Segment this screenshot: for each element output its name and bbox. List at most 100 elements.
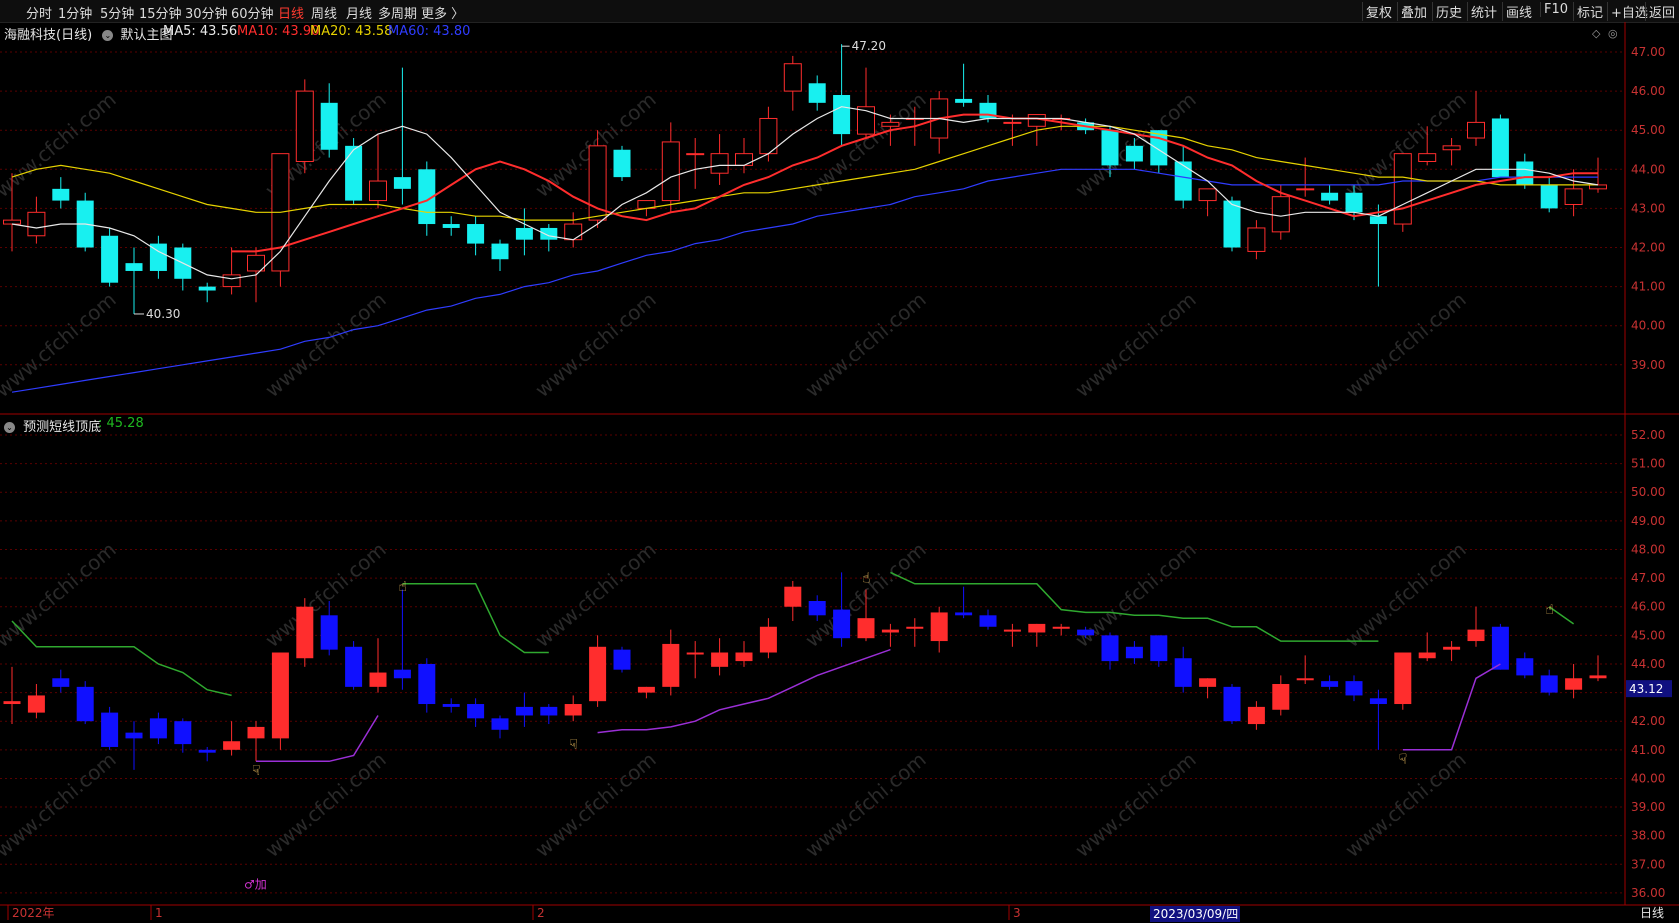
indicator-candle-body	[271, 652, 289, 739]
period-tab-7[interactable]: 周线	[311, 3, 337, 22]
period-tab-6[interactable]: 日线	[278, 3, 304, 22]
indicator-tick-label: 39.00	[1631, 800, 1665, 814]
indicator-candle-body	[662, 643, 680, 687]
watermark: www.cfchi.com	[530, 287, 660, 402]
toolbar-button-3[interactable]: 统计	[1467, 2, 1500, 21]
indicator-tick-label: 43.00	[1631, 686, 1665, 700]
candle-body	[1198, 188, 1217, 202]
toolbar-button-2[interactable]: 历史	[1432, 2, 1465, 21]
indicator-tick-label: 50.00	[1631, 485, 1665, 499]
watermark: www.cfchi.com	[1340, 87, 1470, 202]
sell-hand-icon: ☝	[1545, 602, 1554, 618]
indicator-candle-body	[1125, 646, 1143, 659]
toolbar-button-4[interactable]: 画线	[1502, 2, 1535, 21]
indicator-candle-body	[1394, 652, 1412, 705]
watermark: www.cfchi.com	[0, 287, 121, 402]
price-tick-label: 41.00	[1631, 280, 1665, 294]
indicator-candle-body	[1052, 626, 1070, 629]
indicator-tick-label: 47.00	[1631, 571, 1665, 585]
candle-body	[1589, 184, 1607, 190]
price-tick-label: 43.00	[1631, 201, 1665, 215]
candle-body	[1223, 200, 1241, 248]
indicator-tick-label: 49.00	[1631, 514, 1665, 528]
watermark: www.cfchi.com	[800, 87, 930, 202]
candle-body	[1418, 153, 1437, 162]
period-tab-10[interactable]: 更多 〉	[421, 3, 464, 22]
time-label: 1	[155, 906, 163, 920]
indicator-candle-body	[1223, 686, 1241, 722]
period-tab-0[interactable]: 分时	[26, 3, 52, 22]
period-tab-2[interactable]: 5分钟	[100, 3, 134, 22]
indicator-candle-body	[149, 718, 167, 739]
time-label: 3	[1013, 906, 1021, 920]
toolbar-button-6[interactable]: 标记	[1573, 2, 1606, 21]
period-tab-3[interactable]: 15分钟	[139, 3, 182, 22]
candle-body	[174, 247, 192, 279]
candle-body	[1027, 114, 1046, 127]
toolbar-button-8[interactable]: 返回	[1645, 2, 1678, 21]
watermark: www.cfchi.com	[530, 87, 660, 202]
indicator-candle-body	[418, 663, 436, 705]
candle-body	[1150, 130, 1168, 166]
watermark: www.cfchi.com	[800, 287, 930, 402]
indicator-candle-body	[320, 615, 338, 650]
candle-body	[393, 177, 411, 189]
indicator-candle-body	[1443, 646, 1461, 650]
candle-body	[930, 98, 949, 139]
period-label[interactable]: 日线	[1640, 904, 1664, 921]
indicator-candle-body	[3, 701, 21, 705]
candle-body	[369, 180, 387, 202]
candle-body	[1296, 188, 1315, 191]
period-tab-8[interactable]: 月线	[346, 3, 372, 22]
toolbar-button-5[interactable]: F10	[1540, 2, 1571, 17]
indicator-candle-body	[589, 646, 607, 702]
ma-label-3: MA60: 43.80	[388, 24, 471, 39]
price-badge-bg	[1626, 680, 1672, 698]
candle-body	[979, 102, 997, 119]
period-tab-9[interactable]: 多周期	[378, 3, 417, 22]
indicator-candle-body	[613, 649, 631, 670]
candle-body	[76, 200, 94, 248]
indicator-candle-body	[784, 586, 802, 607]
bottom-signal-line	[256, 648, 1501, 763]
indicator-candle-body	[1589, 675, 1607, 679]
indicator-candle-body	[198, 749, 216, 753]
collapse-icon[interactable]: ⌄	[4, 422, 15, 433]
price-badge: 43.12	[1629, 682, 1663, 696]
kline-chart[interactable]: 47.00 46.00 45.00 44.00 43.00 42.00 41.00 40.00…	[0, 0, 1679, 923]
watermark: www.cfchi.com	[0, 747, 121, 862]
toolbar-button-1[interactable]: 叠加	[1397, 2, 1430, 21]
indicator-candle-body	[1150, 635, 1168, 662]
period-tab-5[interactable]: 60分钟	[231, 3, 274, 22]
ma-label-0: MA5: 43.56	[163, 24, 238, 39]
candle-body	[759, 117, 778, 155]
collapse-icon[interactable]: ⌄	[102, 30, 114, 41]
watermark: www.cfchi.com	[1070, 747, 1200, 862]
candle-body	[1077, 122, 1095, 131]
candle-body	[467, 224, 485, 244]
candle-body	[905, 117, 924, 120]
candle-body	[1247, 227, 1266, 252]
period-tab-4[interactable]: 30分钟	[185, 3, 228, 22]
candle-body	[1271, 196, 1290, 233]
period-tab-1[interactable]: 1分钟	[58, 3, 92, 22]
indicator-candle-body	[247, 726, 265, 739]
indicator-candle-body	[1369, 698, 1387, 705]
candle-body	[345, 145, 363, 201]
indicator-candle-body	[1077, 629, 1095, 636]
indicator-candle-body	[564, 704, 582, 716]
indicator-candle-body	[296, 606, 314, 659]
watermark: www.cfchi.com	[1340, 287, 1470, 402]
cursor-date-bg	[1150, 906, 1240, 922]
indicator-candle-body	[1247, 706, 1265, 725]
candle-body	[101, 235, 119, 283]
toolbar-button-0[interactable]: 复权	[1362, 2, 1395, 21]
indicator-candle-body	[711, 652, 729, 667]
candle-body	[1321, 192, 1339, 201]
indicator-candle-body	[27, 695, 45, 713]
watermark: www.cfchi.com	[1070, 537, 1200, 652]
watermark: www.cfchi.com	[260, 287, 390, 402]
price-tick-label: 46.00	[1631, 84, 1665, 98]
candle-body	[661, 141, 680, 202]
indicator-candle-body	[857, 618, 875, 639]
